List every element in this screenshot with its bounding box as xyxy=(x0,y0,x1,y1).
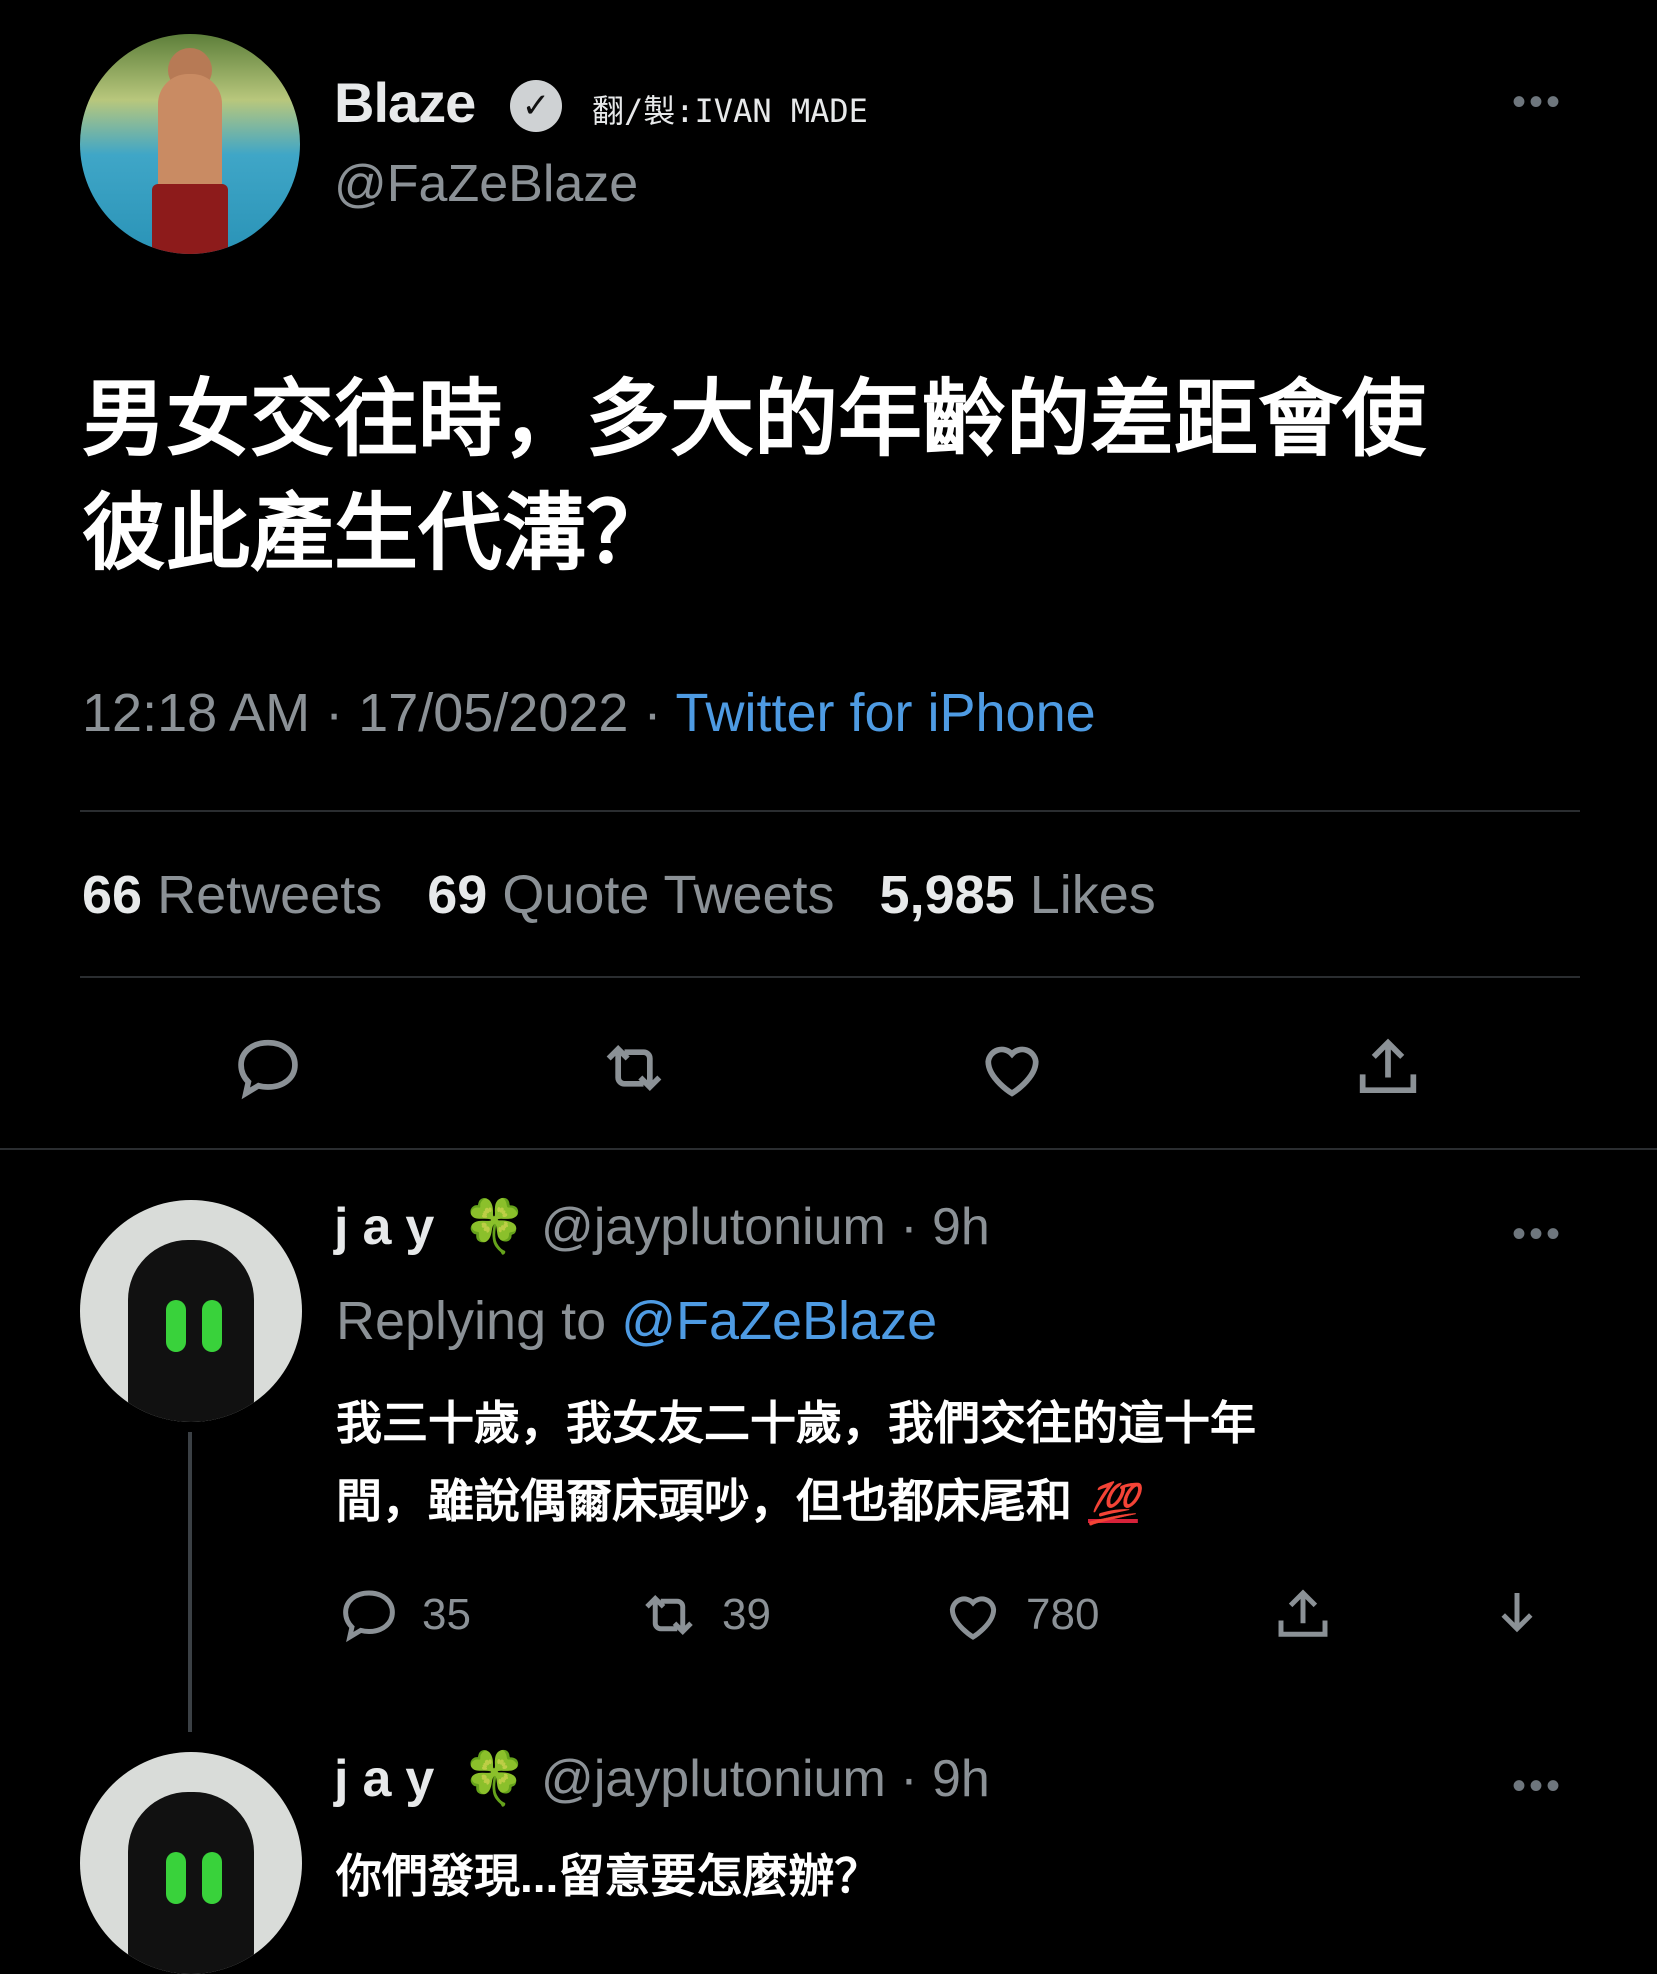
tweet-stats: 66 Retweets 69 Quote Tweets 5,985 Likes xyxy=(82,864,1156,926)
likes-stat[interactable]: 5,985 Likes xyxy=(880,865,1156,925)
avatar-eye-shape xyxy=(202,1852,222,1904)
quotes-count: 69 xyxy=(427,865,488,925)
quotes-label: Quote Tweets xyxy=(502,865,835,925)
download-arrow-icon[interactable] xyxy=(1484,1582,1550,1648)
quotes-stat[interactable]: 69 Quote Tweets xyxy=(427,865,834,925)
replying-to-handle[interactable]: @FaZeBlaze xyxy=(621,1291,937,1351)
meta-separator: · xyxy=(643,683,662,743)
reply1-retweet-count: 39 xyxy=(722,1590,771,1639)
thread-line xyxy=(188,1432,192,1732)
share-icon[interactable] xyxy=(1350,1030,1426,1106)
tweet-meta: 12:18 AM · 17/05/2022 · Twitter for iPho… xyxy=(82,682,1096,744)
verified-badge-icon: ✓ xyxy=(510,80,562,132)
reply1-text-line-2-content: 間，雖說偶爾床頭吵，但也都床尾和 xyxy=(336,1474,1072,1528)
reply-icon xyxy=(343,1590,395,1643)
replying-to: Replying to @FaZeBlaze xyxy=(336,1290,937,1352)
avatar-jay[interactable] xyxy=(80,1200,302,1422)
reply1-header: jay 🍀 @jayplutonium · 9h xyxy=(334,1196,990,1257)
replying-prefix: Replying to xyxy=(336,1291,607,1351)
retweet-icon xyxy=(645,1594,693,1636)
like-heart-icon[interactable] xyxy=(974,1030,1050,1106)
meta-separator: · xyxy=(325,683,344,743)
reply1-text: 我三十歲，我女友二十歲，我們交往的這十年 間，雖說偶爾床頭吵，但也都床尾和 💯 xyxy=(336,1384,1436,1543)
reply1-author-name[interactable]: jay xyxy=(334,1197,448,1257)
retweets-label: Retweets xyxy=(157,865,383,925)
tweet-text-line-2: 彼此產生代溝？ xyxy=(82,484,671,582)
reply1-like-count: 780 xyxy=(1026,1590,1100,1639)
reply2-header: jay 🍀 @jayplutonium · 9h xyxy=(334,1748,990,1809)
like-heart-icon xyxy=(949,1596,997,1640)
tweet-time[interactable]: 12:18 AM xyxy=(82,683,310,743)
reply1-reply-action[interactable]: 35 xyxy=(336,1582,471,1648)
reply1-retweet-action[interactable]: 39 xyxy=(636,1582,771,1648)
avatar-hood-shape xyxy=(128,1792,254,1974)
divider xyxy=(80,810,1580,812)
avatar-body-shape xyxy=(158,74,222,194)
reply2-author-name[interactable]: jay xyxy=(334,1749,448,1809)
reply2-handle-time[interactable]: @jayplutonium · 9h xyxy=(541,1749,990,1809)
reply-icon[interactable] xyxy=(230,1030,306,1106)
avatar-shorts-shape xyxy=(152,184,228,254)
clover-emoji: 🍀 xyxy=(462,1750,528,1808)
retweet-icon[interactable] xyxy=(596,1030,672,1106)
reply1-text-line-1: 我三十歲，我女友二十歲，我們交往的這十年 xyxy=(336,1396,1256,1450)
author-name[interactable]: Blaze xyxy=(334,70,476,135)
avatar-eye-shape xyxy=(202,1300,222,1352)
reply1-reply-count: 35 xyxy=(422,1590,471,1639)
avatar-blaze[interactable] xyxy=(80,34,300,254)
share-icon[interactable] xyxy=(1270,1582,1336,1648)
hundred-emoji: 💯 xyxy=(1088,1481,1138,1527)
tweet-text: 男女交往時，多大的年齡的差距會使 彼此產生代溝？ xyxy=(82,362,1582,590)
reply1-handle-time[interactable]: @jayplutonium · 9h xyxy=(541,1197,990,1257)
more-options-icon[interactable]: ••• xyxy=(1512,1212,1563,1257)
reply1-text-line-2: 間，雖說偶爾床頭吵，但也都床尾和 💯 xyxy=(336,1462,1436,1543)
divider xyxy=(80,976,1580,978)
translator-credit: 翻/製:IVAN MADE xyxy=(592,92,868,130)
clover-emoji: 🍀 xyxy=(462,1198,528,1256)
avatar-jay[interactable] xyxy=(80,1752,302,1974)
likes-label: Likes xyxy=(1029,865,1156,925)
avatar-eye-shape xyxy=(166,1852,186,1904)
avatar-hood-shape xyxy=(128,1240,254,1422)
author-handle[interactable]: @FaZeBlaze xyxy=(334,154,638,214)
retweets-stat[interactable]: 66 Retweets xyxy=(82,865,382,925)
likes-count: 5,985 xyxy=(879,865,1015,925)
more-options-icon[interactable]: ••• xyxy=(1512,1764,1563,1809)
retweets-count: 66 xyxy=(82,865,143,925)
reply2-text-partial: 你們發現...留意要怎麼辦？ xyxy=(336,1850,881,1902)
reply1-like-action[interactable]: 780 xyxy=(940,1582,1099,1648)
tweet-date[interactable]: 17/05/2022 xyxy=(358,683,628,743)
section-separator xyxy=(0,1148,1657,1150)
avatar-eye-shape xyxy=(166,1300,186,1352)
tweet-source-link[interactable]: Twitter for iPhone xyxy=(675,683,1095,743)
tweet-text-line-1: 男女交往時，多大的年齡的差距會使 xyxy=(82,370,1427,468)
more-options-icon[interactable]: ••• xyxy=(1512,80,1563,125)
